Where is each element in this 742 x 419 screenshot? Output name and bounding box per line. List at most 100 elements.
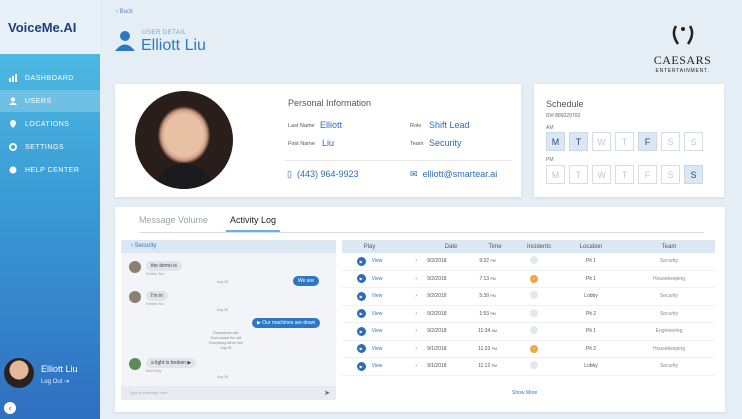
message-text[interactable]: a light is broken ▶ [146, 358, 197, 368]
collapse-sidebar-button[interactable]: ‹ [4, 402, 16, 414]
message-input[interactable]: Type a message here ➤ [121, 386, 336, 400]
play-button[interactable]: ▶ [356, 361, 366, 371]
message-text-label: a light is broken [151, 360, 187, 366]
phone-row[interactable]: ▯ (443) 964-9923 [287, 169, 359, 180]
tab-divider [139, 232, 704, 233]
incident-indicator-icon[interactable]: ! [530, 344, 538, 353]
play-button[interactable]: ▶ [356, 326, 366, 336]
table-row[interactable]: ▶ View › 9/1/2018 11:12 PM Lobby Security [342, 358, 715, 376]
schedule-day-am[interactable]: W [592, 132, 611, 151]
chat-message: a light is broken ▶ Wolf Grey [129, 358, 197, 373]
chevron-right-icon[interactable]: › [415, 363, 417, 369]
schedule-day-am[interactable]: S [684, 132, 703, 151]
send-icon[interactable]: ➤ [324, 389, 330, 397]
date-cell: › 9/2/2018 [397, 258, 465, 264]
incident-indicator-icon[interactable] [530, 256, 538, 265]
play-cell: ▶ View [342, 344, 397, 354]
incident-cell: ! [510, 274, 558, 283]
table-row[interactable]: ▶ View › 9/2/2018 5:39 PM Lobby Security [342, 288, 715, 306]
incident-indicator-icon[interactable] [530, 308, 538, 317]
sidebar-item-users[interactable]: USERS [0, 90, 100, 112]
table-row[interactable]: ▶ View › 9/2/2018 9:22 PM Pit 1 Security [342, 253, 715, 271]
company-name: CAESARS [653, 53, 712, 67]
schedule-day-pm[interactable]: W [592, 165, 611, 184]
schedule-day-pm[interactable]: T [615, 165, 634, 184]
table-row[interactable]: ▶ View › 9/2/2018 1:53 PM Pit 2 Security [342, 306, 715, 323]
avatar [129, 358, 141, 370]
incident-indicator-icon[interactable]: ! [530, 274, 538, 283]
view-link[interactable]: View [372, 363, 383, 369]
sidebar-item-dashboard[interactable]: DASHBOARD [0, 67, 100, 89]
chevron-right-icon[interactable]: › [415, 328, 417, 334]
date-value: 9/1/2018 [427, 363, 447, 370]
schedule-day-am[interactable]: T [569, 132, 588, 151]
incident-indicator-icon[interactable] [530, 291, 538, 300]
view-link[interactable]: View [372, 276, 383, 282]
first-name-value: Liu [322, 138, 335, 148]
chevron-right-icon[interactable]: › [415, 346, 417, 352]
incident-cell [510, 361, 558, 371]
table-row[interactable]: ▶ View › 9/2/2018 11:34 AM Pit 1 Engineering [342, 323, 715, 341]
play-icon: ▶ [257, 320, 261, 326]
view-link[interactable]: View [372, 311, 383, 317]
play-button[interactable]: ▶ [356, 291, 366, 301]
play-button[interactable]: ▶ [356, 274, 366, 284]
app-logo[interactable]: VoiceMe.AI [8, 20, 76, 35]
schedule-day-am[interactable]: S [661, 132, 680, 151]
schedule-day-pm[interactable]: F [638, 165, 657, 184]
play-button[interactable]: ▶ [356, 256, 366, 266]
chat-panel: ‹ Security the demo is Robbie Sun Aug 28 … [121, 240, 336, 400]
incident-indicator-icon[interactable] [530, 326, 538, 335]
sidebar-item-locations[interactable]: LOCATIONS [0, 113, 100, 135]
play-button[interactable]: ▶ [356, 344, 366, 354]
page-label: USER DETAIL [142, 30, 187, 36]
view-link[interactable]: View [372, 258, 383, 264]
chevron-right-icon[interactable]: › [415, 258, 417, 264]
avatar[interactable] [4, 358, 34, 388]
incident-cell [510, 256, 558, 266]
schedule-day-am[interactable]: F [638, 132, 657, 151]
date-value: 9/2/2018 [427, 275, 447, 282]
team-value: Security [429, 138, 462, 148]
play-icon: ▶ [187, 360, 192, 366]
view-link[interactable]: View [372, 346, 383, 352]
ampm-value: PM [490, 294, 496, 299]
schedule-day-am[interactable]: M [546, 132, 565, 151]
location-cell: Pit 1 [585, 275, 596, 282]
chevron-right-icon[interactable]: › [415, 276, 417, 282]
view-link[interactable]: View [372, 328, 383, 334]
view-link[interactable]: View [372, 293, 383, 299]
time-cell: 11:34 AM [465, 328, 510, 334]
schedule-day-pm[interactable]: S [684, 165, 703, 184]
chevron-right-icon[interactable]: › [415, 311, 417, 317]
play-button[interactable]: ▶ [356, 309, 366, 319]
table-row[interactable]: ▶ View › 9/2/2018 7:13 PM! Pit 1 Housekeeping [342, 271, 715, 288]
back-link[interactable]: ‹ Back [116, 9, 133, 15]
schedule-title: Schedule [546, 99, 584, 109]
team-cell: Housekeeping [653, 275, 685, 282]
chat-back-link[interactable]: ‹ Security [121, 240, 336, 253]
profile-photo [135, 91, 233, 189]
incident-indicator-icon[interactable] [530, 361, 538, 370]
show-more-link[interactable]: Show More [512, 390, 537, 396]
schedule-day-pm[interactable]: M [546, 165, 565, 184]
last-name-value: Elliott [320, 120, 343, 130]
schedule-day-am[interactable]: T [615, 132, 634, 151]
sidebar-item-settings[interactable]: SETTINGS [0, 136, 100, 158]
tab-activity-log[interactable]: Activity Log [226, 215, 281, 232]
header-location: Location [579, 243, 603, 250]
header-team: Team [661, 243, 677, 250]
schedule-day-pm[interactable]: S [661, 165, 680, 184]
last-name-label: Last Name [288, 123, 315, 129]
message-placeholder: Type a message here [129, 390, 168, 395]
table-row[interactable]: ▶ View › 9/1/2018 11:33 PM! Pit 2 Housekeeping [342, 341, 715, 358]
schedule-day-pm[interactable]: T [569, 165, 588, 184]
tab-message-volume[interactable]: Message Volume [139, 215, 208, 232]
message-time: Aug 28 [217, 375, 229, 379]
chevron-right-icon[interactable]: › [415, 293, 417, 299]
incident-cell: ! [510, 344, 558, 353]
sidebar-item-help-center[interactable]: HELP CENTER [0, 159, 100, 181]
email-row[interactable]: ✉ elliott@smartear.ai [410, 169, 497, 180]
logout-link[interactable]: Log Out ⇥ [41, 378, 69, 385]
chat-message-out[interactable]: ▶ Our machines are down [252, 318, 321, 328]
